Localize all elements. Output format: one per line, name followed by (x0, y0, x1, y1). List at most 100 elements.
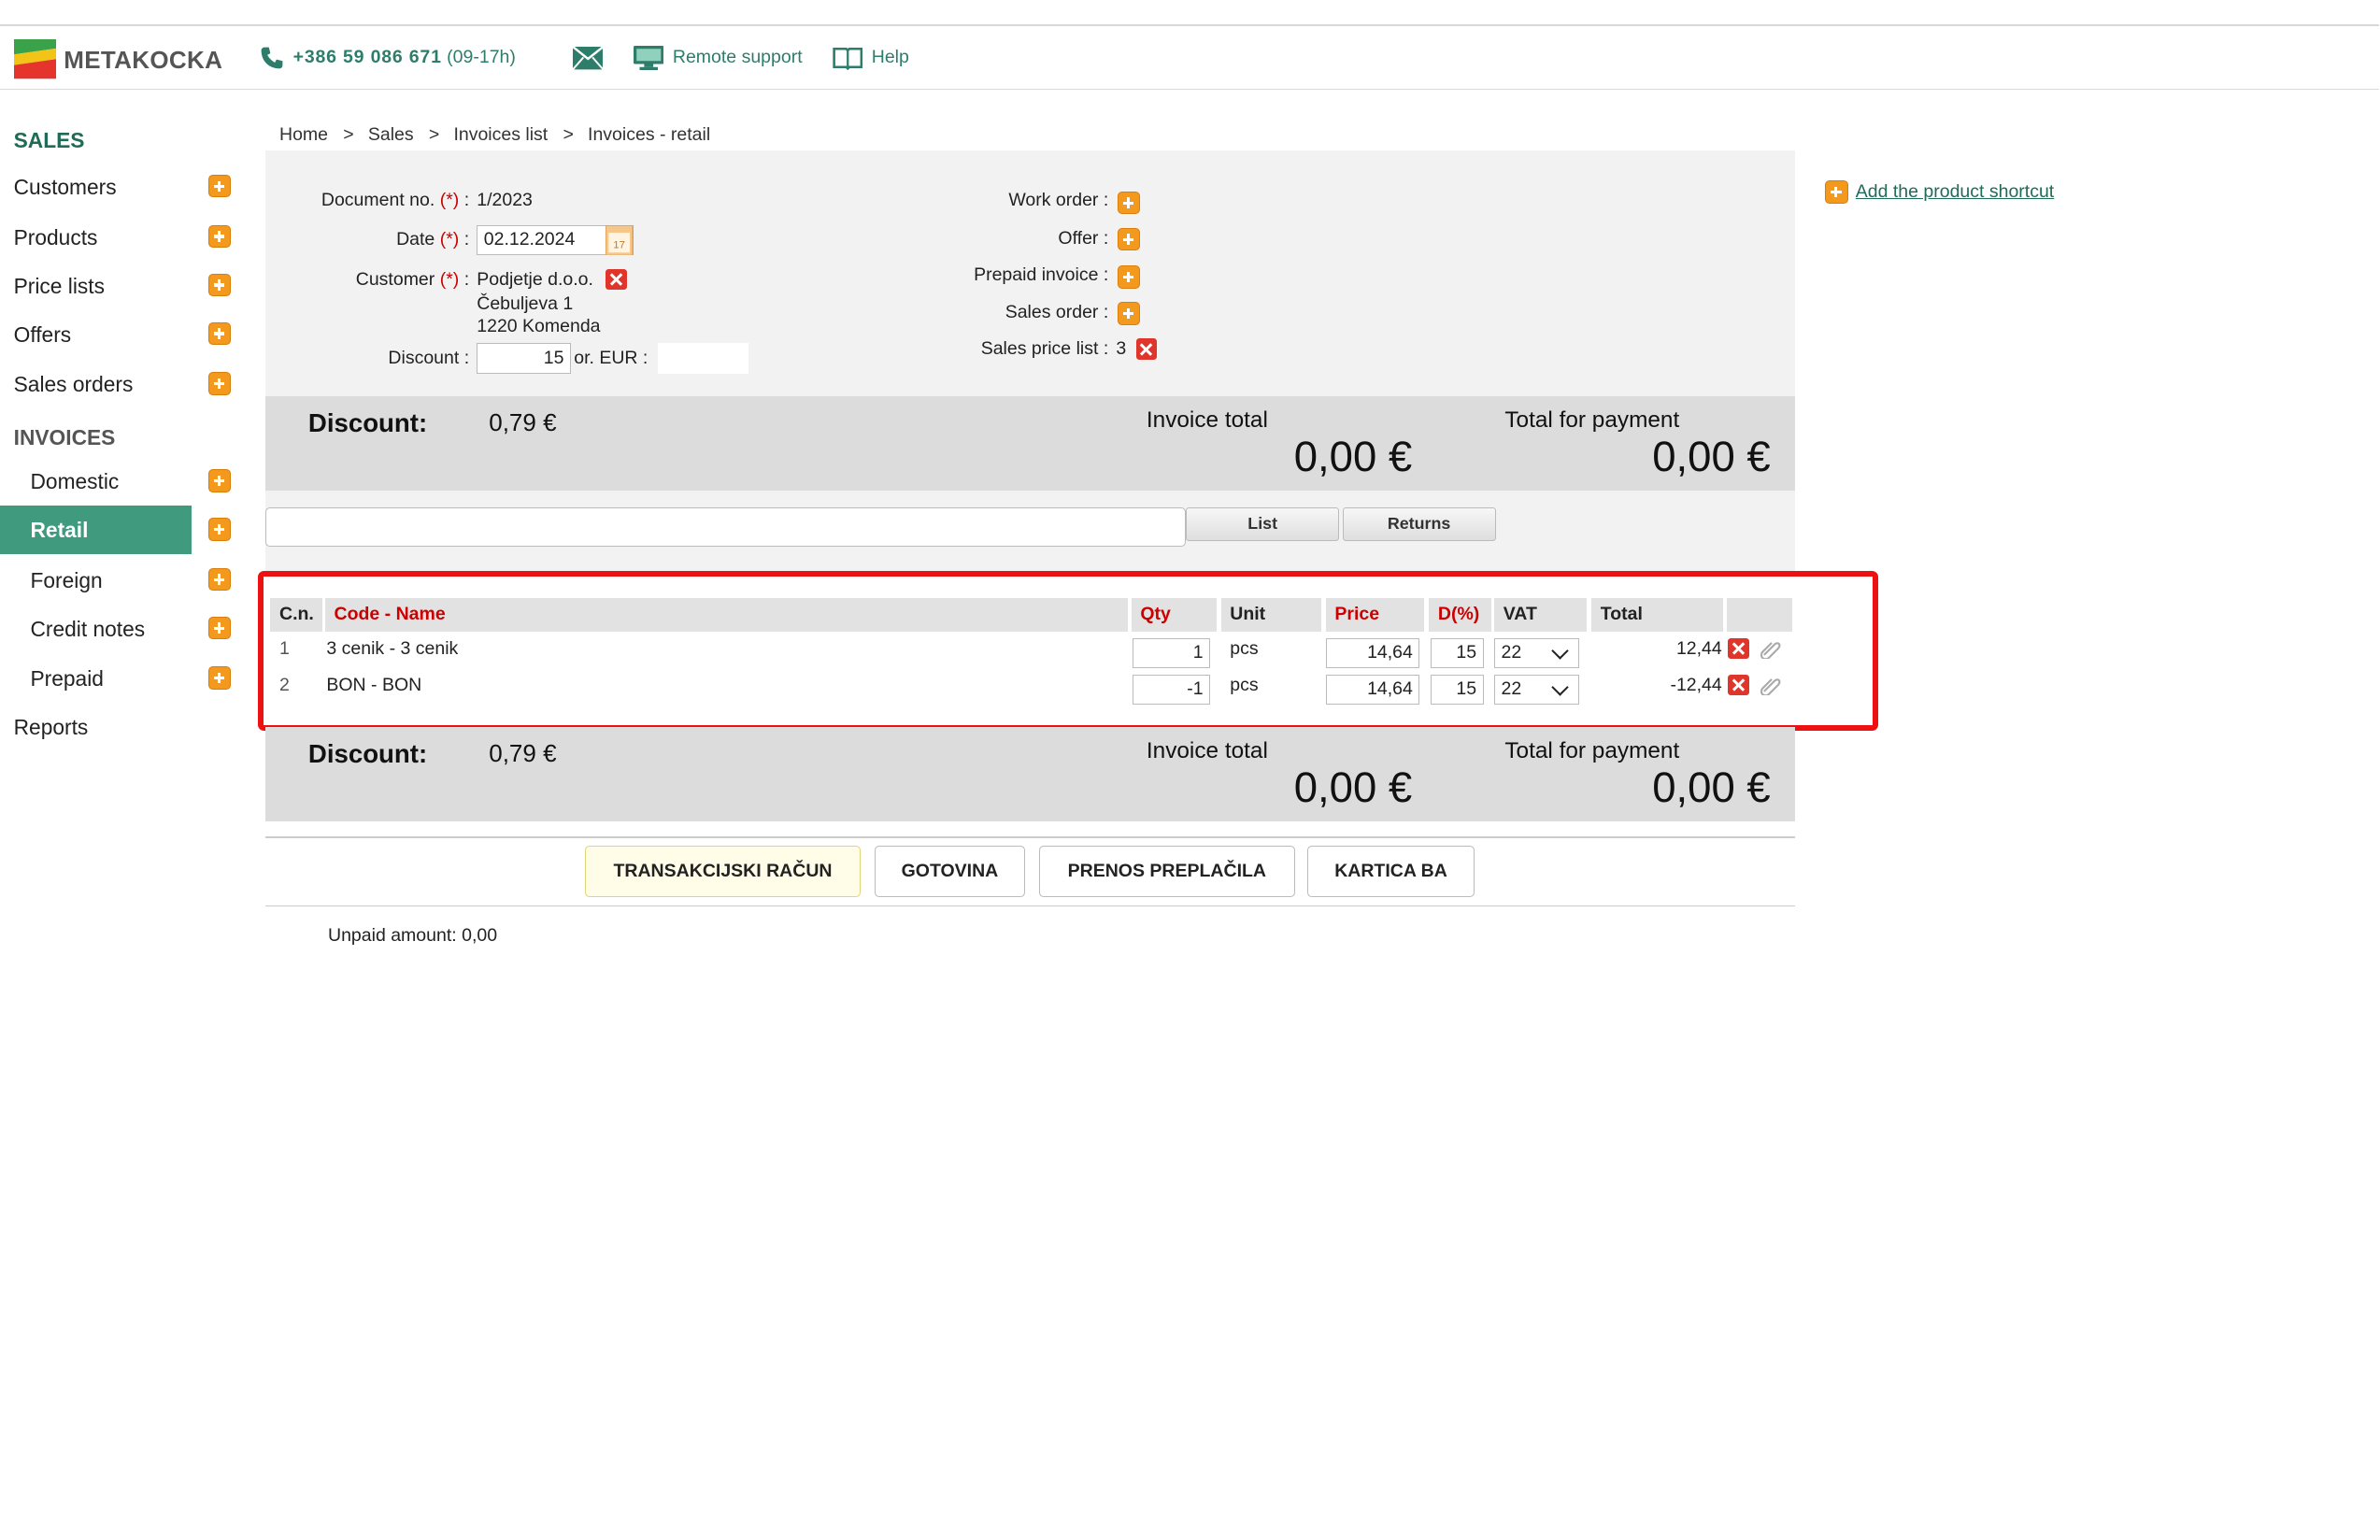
add-credit-note-icon[interactable] (207, 616, 231, 640)
add-retail-icon[interactable] (207, 518, 231, 541)
doc-no-value: 1/2023 (477, 190, 533, 211)
sidebar-item-retail[interactable]: Retail (0, 506, 192, 555)
sidebar-item-domestic[interactable]: Domestic (0, 457, 192, 506)
work-order-label: Work order : (1008, 190, 1109, 211)
help-link[interactable]: Help (832, 46, 909, 70)
col-total: Total (1591, 598, 1724, 632)
pay-gotovina-button[interactable]: GOTOVINA (875, 846, 1025, 898)
discount-percent-input[interactable]: 15 (1430, 674, 1484, 705)
sidebar-item-customers[interactable]: Customers (0, 163, 192, 211)
breadcrumb-invoices-list[interactable]: Invoices list (453, 124, 548, 145)
add-product-shortcut[interactable]: Add the product shortcut (1825, 180, 2054, 204)
customer-city: 1220 Komenda (477, 316, 601, 336)
sidebar-item-sales-orders[interactable]: Sales orders (0, 360, 192, 408)
totals-discount-value: 0,79 € (489, 408, 557, 437)
header: METAKOCKA +386 59 086 671 (09-17h) Remot… (0, 26, 2380, 90)
breadcrumb-home[interactable]: Home (279, 124, 328, 145)
add-domestic-icon[interactable] (207, 469, 231, 492)
sales-price-list-value: 3 (1116, 338, 1127, 360)
unpaid-value: 0,00 (462, 924, 498, 946)
product-search-input[interactable] (265, 506, 1187, 547)
prepaid-invoice-label: Prepaid invoice : (974, 264, 1109, 285)
chevron-down-icon (1551, 642, 1569, 660)
col-qty[interactable]: Qty (1131, 598, 1217, 632)
price-input[interactable]: 14,64 (1325, 637, 1420, 668)
row-cn: 2 (279, 674, 290, 695)
brand-name[interactable]: METAKOCKA (64, 46, 222, 75)
calendar-icon[interactable]: 17 (606, 224, 634, 256)
add-prepaid-icon[interactable] (207, 666, 231, 690)
attachment-icon[interactable] (1760, 675, 1781, 696)
add-customer-icon[interactable] (207, 174, 231, 198)
list-button[interactable]: List (1186, 506, 1340, 541)
vat-select[interactable]: 22 (1494, 637, 1579, 668)
add-offer-icon[interactable] (207, 321, 231, 345)
pay-transakcijski-button[interactable]: TRANSAKCIJSKI RAČUN (584, 846, 862, 898)
phone-number: +386 59 086 671 (292, 47, 442, 68)
sidebar-item-prepaid[interactable]: Prepaid (0, 654, 192, 703)
sidebar-item-offers[interactable]: Offers (0, 310, 192, 359)
remote-support-link[interactable]: Remote support (633, 45, 803, 70)
add-product-icon[interactable] (207, 224, 231, 248)
remove-price-list-icon[interactable] (1135, 338, 1158, 361)
add-sales-order-link-icon[interactable] (1118, 302, 1141, 325)
add-price-list-icon[interactable] (207, 273, 231, 296)
col-cn: C.n. (270, 598, 322, 632)
col-disc[interactable]: D(%) (1429, 598, 1491, 632)
sidebar-item-products[interactable]: Products (0, 213, 192, 262)
chevron-down-icon (1551, 678, 1569, 696)
monitor-icon (633, 45, 664, 70)
row-unit: pcs (1230, 674, 1259, 695)
col-code-name[interactable]: Code - Name (324, 598, 1129, 632)
discount-input[interactable]: 15 (477, 343, 571, 374)
add-offer-link-icon[interactable] (1118, 227, 1141, 251)
sidebar-item-foreign[interactable]: Foreign (0, 556, 192, 605)
divider (265, 905, 1795, 907)
vat-select[interactable]: 22 (1494, 674, 1579, 705)
breadcrumb-sales[interactable]: Sales (368, 124, 414, 145)
sidebar-item-price-lists[interactable]: Price lists (0, 262, 192, 310)
col-price[interactable]: Price (1325, 598, 1425, 632)
price-input[interactable]: 14,64 (1325, 674, 1420, 705)
total-payment-value: 0,00 € (1652, 763, 1771, 812)
pay-kartica-button[interactable]: KARTICA BA (1307, 846, 1475, 898)
remove-customer-icon[interactable] (606, 268, 628, 291)
add-prepaid-invoice-icon[interactable] (1118, 265, 1141, 289)
add-work-order-icon[interactable] (1118, 191, 1141, 215)
doc-no-label: Document no. (*) : (321, 190, 470, 211)
pay-prenos-button[interactable]: PRENOS PREPLAČILA (1038, 846, 1296, 898)
unpaid-amount: Unpaid amount: 0,00 (328, 925, 497, 947)
sidebar-item-credit-notes[interactable]: Credit notes (0, 605, 192, 653)
delete-row-icon[interactable] (1728, 637, 1749, 660)
add-product-shortcut-link[interactable]: Add the product shortcut (1856, 181, 2054, 203)
row-unit: pcs (1230, 637, 1259, 659)
or-eur-label: or. EUR : (574, 348, 648, 369)
customer-street: Čebuljeva 1 (477, 292, 574, 314)
row-total: -12,44 (1670, 674, 1722, 695)
qty-input[interactable]: 1 (1133, 637, 1211, 668)
book-icon (832, 47, 862, 70)
returns-button[interactable]: Returns (1342, 506, 1496, 541)
eur-input[interactable] (657, 343, 749, 374)
discount-percent-input[interactable]: 15 (1430, 637, 1484, 668)
mail-icon[interactable] (572, 47, 604, 70)
add-foreign-icon[interactable] (207, 567, 231, 592)
invoice-form: Document no. (*) : 1/2023 Date (*) : 02.… (265, 150, 1795, 397)
date-input[interactable]: 02.12.2024 (477, 224, 607, 255)
col-unit: Unit (1220, 598, 1321, 632)
phone-contact[interactable]: +386 59 086 671 (09-17h) (260, 46, 516, 70)
metakocka-logo-icon[interactable] (13, 39, 57, 79)
invoices-section-title: INVOICES (13, 425, 116, 449)
row-name: 3 cenik - 3 cenik (326, 637, 459, 659)
sidebar-item-reports[interactable]: Reports (0, 703, 192, 751)
attachment-icon[interactable] (1760, 638, 1781, 660)
add-sales-order-icon[interactable] (207, 372, 231, 395)
totals-bottom: Discount: 0,79 € Invoice total 0,00 € To… (265, 727, 1795, 822)
qty-input[interactable]: -1 (1133, 674, 1211, 705)
plus-icon (1825, 180, 1848, 204)
sales-order-label: Sales order : (1005, 302, 1109, 323)
offer-label: Offer : (1058, 227, 1109, 249)
delete-row-icon[interactable] (1728, 674, 1749, 696)
phone-hours: (09-17h) (447, 47, 516, 68)
row-name: BON - BON (326, 674, 422, 695)
